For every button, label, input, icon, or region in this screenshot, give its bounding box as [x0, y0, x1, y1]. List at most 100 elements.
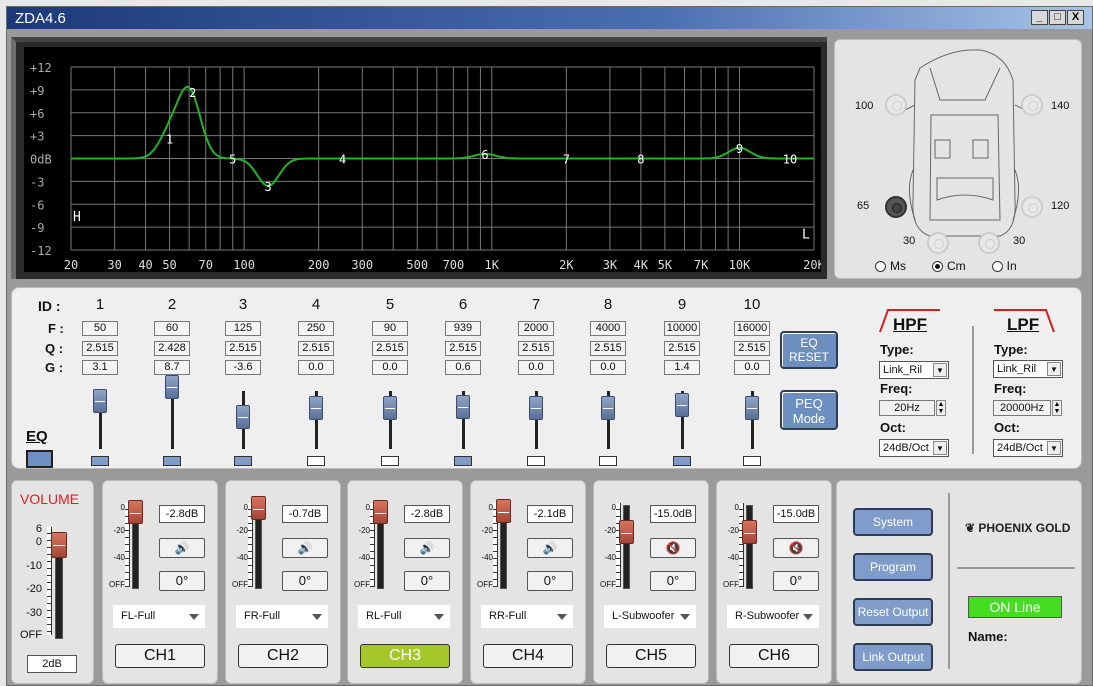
channel-select-button[interactable]: CH2: [238, 644, 328, 668]
hpf-type-select[interactable]: Link_Ril ▼: [879, 361, 949, 379]
channel-gain-value[interactable]: -15.0dB: [773, 505, 819, 523]
band-enable-checkbox[interactable]: [454, 456, 472, 466]
speaker-muted-icon[interactable]: 🔇: [773, 538, 819, 558]
channel-gain-value[interactable]: -15.0dB: [650, 505, 696, 523]
band-gain-input[interactable]: 0.0: [372, 360, 408, 375]
band-gain-slider-knob[interactable]: [383, 396, 397, 420]
band-enable-checkbox[interactable]: [381, 456, 399, 466]
band-gain-slider-knob[interactable]: [165, 375, 179, 399]
channel-route-select[interactable]: RR-Full: [481, 605, 573, 628]
band-gain-input[interactable]: 3.1: [82, 360, 118, 375]
channel-select-button[interactable]: CH1: [115, 644, 205, 668]
band-gain-slider-knob[interactable]: [745, 396, 759, 420]
reset-output-button[interactable]: Reset Output: [853, 598, 933, 626]
band-frequency-input[interactable]: 50: [82, 321, 118, 336]
lpf-type-select[interactable]: Link_Ril ▼: [993, 360, 1063, 378]
channel-phase-button[interactable]: 0°: [527, 571, 573, 591]
band-gain-input[interactable]: 0.0: [298, 360, 334, 375]
band-q-input[interactable]: 2.428: [154, 341, 190, 356]
band-gain-slider-knob[interactable]: [309, 396, 323, 420]
band-q-input[interactable]: 2.515: [590, 341, 626, 356]
maximize-button[interactable]: □: [1049, 10, 1066, 25]
speaker-muted-icon[interactable]: 🔇: [650, 538, 696, 558]
band-gain-slider-knob[interactable]: [236, 405, 250, 429]
channel-gain-slider-knob[interactable]: [619, 520, 634, 544]
band-gain-input[interactable]: 8.7: [154, 360, 190, 375]
eq-graph[interactable]: +12 +9 +6 +3 0dB -3 -6 -9 -12 20 30 40 50 70 100 200 300…: [24, 47, 821, 272]
band-enable-checkbox[interactable]: [163, 456, 181, 466]
band-gain-slider-knob[interactable]: [456, 395, 470, 419]
channel-gain-value[interactable]: -0.7dB: [282, 505, 328, 523]
link-output-button[interactable]: Link Output: [853, 643, 933, 671]
speaker-sl-icon[interactable]: [927, 232, 949, 254]
band-q-input[interactable]: 2.515: [298, 341, 334, 356]
band-gain-input[interactable]: 0.0: [590, 360, 626, 375]
eq-reset-button[interactable]: EQ RESET: [780, 331, 838, 369]
channel-gain-slider-knob[interactable]: [128, 500, 143, 524]
speaker-fl-icon[interactable]: [885, 94, 907, 116]
band-gain-slider-knob[interactable]: [93, 389, 107, 413]
band-enable-checkbox[interactable]: [743, 456, 761, 466]
channel-gain-value[interactable]: -2.1dB: [527, 505, 573, 523]
hpf-freq-input[interactable]: 20Hz: [879, 400, 935, 416]
channel-gain-slider-track[interactable]: [623, 505, 630, 589]
peq-mode-button[interactable]: PEQ Mode: [780, 390, 838, 430]
speaker-on-icon[interactable]: 🔊: [159, 538, 205, 558]
minimize-button[interactable]: _: [1031, 10, 1048, 25]
channel-phase-button[interactable]: 0°: [404, 571, 450, 591]
band-enable-checkbox[interactable]: [234, 456, 252, 466]
band-gain-input[interactable]: 0.0: [518, 360, 554, 375]
band-gain-input[interactable]: 0.0: [734, 360, 770, 375]
channel-phase-button[interactable]: 0°: [773, 571, 819, 591]
band-frequency-input[interactable]: 90: [372, 321, 408, 336]
hpf-freq-spinner[interactable]: ▲ ▼: [936, 400, 946, 416]
band-q-input[interactable]: 2.515: [225, 341, 261, 356]
band-enable-checkbox[interactable]: [599, 456, 617, 466]
channel-phase-button[interactable]: 0°: [650, 571, 696, 591]
band-enable-checkbox[interactable]: [307, 456, 325, 466]
band-enable-checkbox[interactable]: [673, 456, 691, 466]
band-frequency-input[interactable]: 4000: [590, 321, 626, 336]
program-button[interactable]: Program: [853, 553, 933, 581]
band-frequency-input[interactable]: 16000: [734, 321, 770, 336]
close-button[interactable]: X: [1067, 10, 1084, 25]
band-q-input[interactable]: 2.515: [664, 341, 700, 356]
speaker-rr-icon[interactable]: [1021, 196, 1043, 218]
channel-route-select[interactable]: FR-Full: [236, 605, 328, 628]
channel-select-button[interactable]: CH4: [483, 644, 573, 668]
band-gain-input[interactable]: 1.4: [664, 360, 700, 375]
band-gain-slider-track[interactable]: [171, 391, 174, 449]
band-q-input[interactable]: 2.515: [734, 341, 770, 356]
channel-route-select[interactable]: FL-Full: [113, 605, 205, 628]
lpf-oct-select[interactable]: 24dB/Oct ▼: [993, 439, 1063, 457]
band-q-input[interactable]: 2.515: [82, 341, 118, 356]
speaker-on-icon[interactable]: 🔊: [527, 538, 573, 558]
volume-value[interactable]: 2dB: [27, 655, 77, 673]
band-enable-checkbox[interactable]: [91, 456, 109, 466]
speaker-on-icon[interactable]: 🔊: [404, 538, 450, 558]
band-q-input[interactable]: 2.515: [445, 341, 481, 356]
unit-radio-in[interactable]: In: [991, 259, 1017, 273]
channel-select-button[interactable]: CH3: [360, 644, 450, 668]
speaker-fr-icon[interactable]: [1021, 94, 1043, 116]
unit-radio-cm[interactable]: Cm: [932, 259, 966, 273]
band-q-input[interactable]: 2.515: [518, 341, 554, 356]
volume-slider-knob[interactable]: [51, 532, 67, 558]
band-q-input[interactable]: 2.515: [372, 341, 408, 356]
system-button[interactable]: System: [853, 508, 933, 536]
channel-route-select[interactable]: RL-Full: [358, 605, 450, 628]
channel-route-select[interactable]: L-Subwoofer: [604, 605, 696, 628]
band-gain-slider-knob[interactable]: [529, 396, 543, 420]
speaker-rl-icon[interactable]: [885, 196, 907, 218]
channel-select-button[interactable]: CH5: [606, 644, 696, 668]
band-frequency-input[interactable]: 60: [154, 321, 190, 336]
band-frequency-input[interactable]: 939: [445, 321, 481, 336]
channel-gain-slider-knob[interactable]: [496, 499, 511, 523]
channel-select-button[interactable]: CH6: [729, 644, 819, 668]
channel-route-select[interactable]: R-Subwoofer: [727, 605, 819, 628]
lpf-freq-input[interactable]: 20000Hz: [993, 400, 1051, 416]
band-gain-input[interactable]: 0.6: [445, 360, 481, 375]
channel-gain-value[interactable]: -2.8dB: [159, 505, 205, 523]
speaker-sr-icon[interactable]: [978, 232, 1000, 254]
band-gain-input[interactable]: -3.6: [225, 360, 261, 375]
